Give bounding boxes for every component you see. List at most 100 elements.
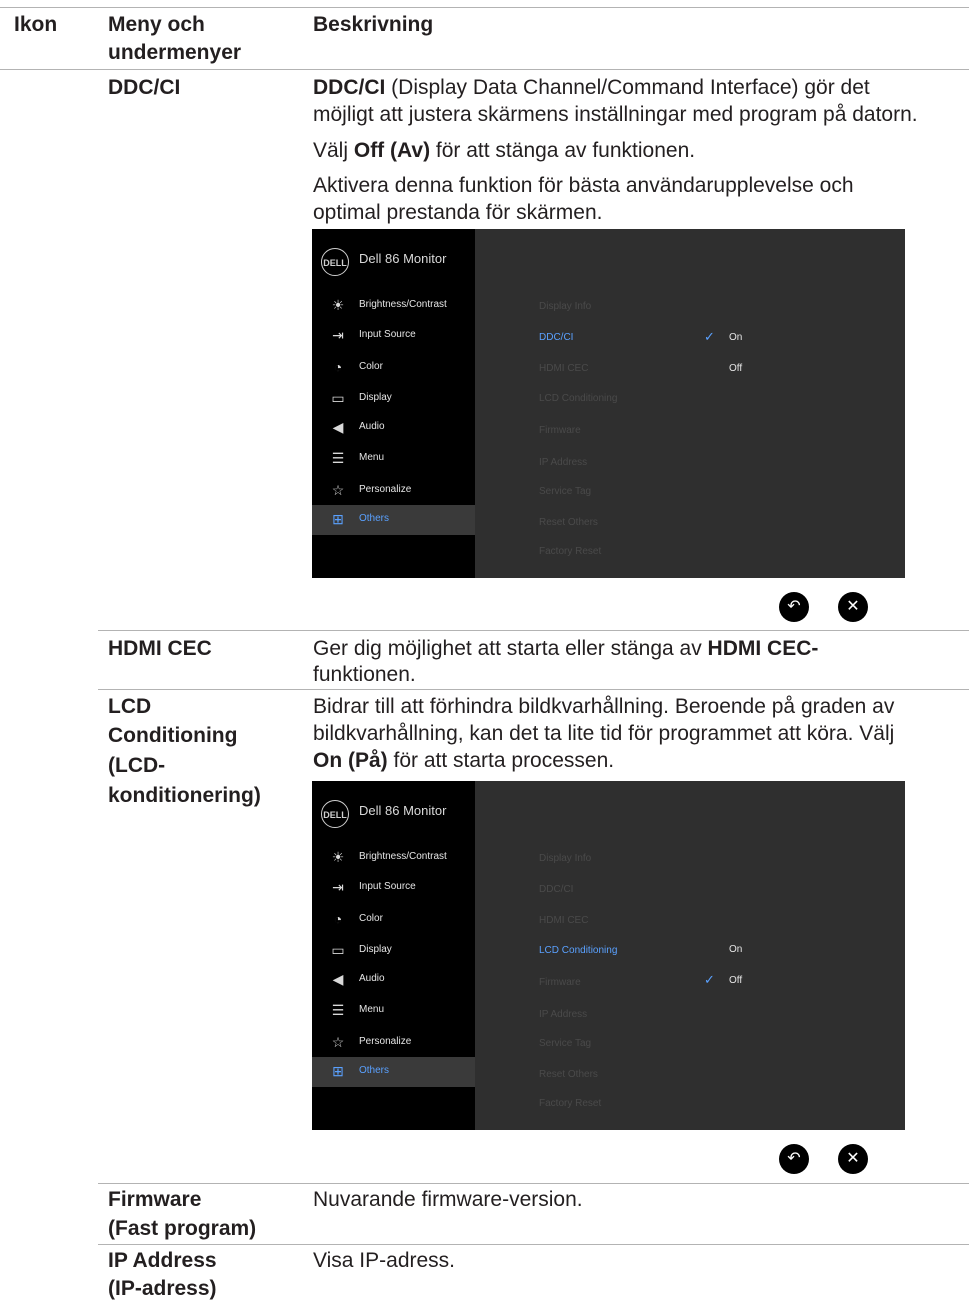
back-icon[interactable]: ↶ xyxy=(779,592,809,622)
osd-sub-reset-others[interactable]: Reset Others xyxy=(539,517,598,528)
speaker-icon: ◀ xyxy=(332,419,344,435)
osd-option-on[interactable]: On xyxy=(729,332,742,343)
osd-menu-color[interactable]: ◔ Color xyxy=(312,905,475,935)
input-icon: ⇥ xyxy=(332,327,344,343)
osd-sub-ddcci[interactable]: DDC/CI xyxy=(539,332,573,343)
lcd-desc-line1: Bidrar till att förhindra bildkvarhållni… xyxy=(313,695,895,718)
osd-main-menu: DELL Dell 86 Monitor ☀ Brightness/Contras… xyxy=(312,781,475,1130)
osd-sub-factory-reset[interactable]: Factory Reset xyxy=(539,546,601,557)
ddcci-p3-line2: optimal prestanda för skärmen. xyxy=(313,201,603,224)
osd-menu-input-source[interactable]: ⇥ Input Source xyxy=(312,873,475,903)
row-ip-name-2: (IP-adress) xyxy=(108,1277,217,1300)
close-icon[interactable]: ✕ xyxy=(838,1144,868,1174)
star-icon: ☆ xyxy=(331,1034,345,1050)
row-firmware-name-2: (Fast program) xyxy=(108,1217,257,1240)
row-lcd-name-2: Conditioning xyxy=(108,724,238,747)
back-icon[interactable]: ↶ xyxy=(779,1144,809,1174)
osd-menu-menu[interactable]: ☰ Menu xyxy=(312,444,475,474)
header-rule xyxy=(0,69,969,70)
star-icon: ☆ xyxy=(331,482,345,498)
osd-option-off[interactable]: Off xyxy=(729,975,742,986)
osd-menu-audio[interactable]: ◀ Audio xyxy=(312,965,475,995)
row-lcd-name-1: LCD xyxy=(108,695,152,718)
osd-menu-color[interactable]: ◔ Color xyxy=(312,353,475,383)
monitor-icon: ▭ xyxy=(331,390,345,406)
osd-menu-input-source[interactable]: ⇥ Input Source xyxy=(312,321,475,351)
osd-menu-display[interactable]: ▭ Display xyxy=(312,936,475,966)
row-rule-hdmi xyxy=(98,630,969,631)
osd-menu-personalize[interactable]: ☆ Personalize xyxy=(312,1028,475,1058)
osd-menu-others[interactable]: ⊞ Others xyxy=(312,1057,475,1087)
header-menu-line1: Meny och xyxy=(108,13,205,36)
osd-sub-firmware[interactable]: Firmware xyxy=(539,977,581,988)
others-icon: ⊞ xyxy=(332,511,344,527)
hdmi-desc-line1: Ger dig möjlighet att starta eller stäng… xyxy=(313,637,819,660)
palette-icon: ◔ xyxy=(333,359,343,375)
osd-menu-display[interactable]: ▭ Display xyxy=(312,384,475,414)
sun-icon: ☀ xyxy=(331,297,345,313)
osd-sub-display-info[interactable]: Display Info xyxy=(539,853,591,864)
row-rule-ip xyxy=(98,1244,969,1245)
osd-sub-ip-address[interactable]: IP Address xyxy=(539,457,587,468)
input-icon: ⇥ xyxy=(332,879,344,895)
osd-sub-lcd-conditioning[interactable]: LCD Conditioning xyxy=(539,393,617,404)
osd-menu-others[interactable]: ⊞ Others xyxy=(312,505,475,535)
osd-menu-audio[interactable]: ◀ Audio xyxy=(312,413,475,443)
dell-logo: DELL xyxy=(321,800,349,828)
header-icon: Ikon xyxy=(14,13,58,36)
osd-screenshot-ddcci: DELL Dell 86 Monitor ☀ Brightness/Contras… xyxy=(312,229,905,578)
osd-title: Dell 86 Monitor xyxy=(359,803,447,818)
lcd-desc-line3: On (På) för att starta processen. xyxy=(313,749,615,772)
row-ip-name-1: IP Address xyxy=(108,1249,217,1272)
others-icon: ⊞ xyxy=(332,1063,344,1079)
osd-sub-lcd-conditioning[interactable]: LCD Conditioning xyxy=(539,945,617,956)
sun-icon: ☀ xyxy=(331,849,345,865)
firmware-desc: Nuvarande firmware-version. xyxy=(313,1188,583,1211)
lcd-desc-line2: bildkvarhållning, kan det ta lite tid fö… xyxy=(313,722,895,745)
speaker-icon: ◀ xyxy=(332,971,344,987)
osd-sub-hdmi-cec[interactable]: HDMI CEC xyxy=(539,915,588,926)
osd-sub-hdmi-cec[interactable]: HDMI CEC xyxy=(539,363,588,374)
row-rule-firmware xyxy=(98,1183,969,1184)
osd-sub-factory-reset[interactable]: Factory Reset xyxy=(539,1098,601,1109)
monitor-icon: ▭ xyxy=(331,942,345,958)
row-firmware-name-1: Firmware xyxy=(108,1188,202,1211)
table-top-rule xyxy=(0,7,969,8)
ddcci-desc-line1: DDC/CI (Display Data Channel/Command Int… xyxy=(313,76,870,99)
menu-list-icon: ☰ xyxy=(331,450,345,466)
close-icon[interactable]: ✕ xyxy=(838,592,868,622)
row-lcd-name-3: (LCD- xyxy=(108,754,166,777)
osd-menu-personalize[interactable]: ☆ Personalize xyxy=(312,476,475,506)
osd-screenshot-lcd: DELL Dell 86 Monitor ☀ Brightness/Contras… xyxy=(312,781,905,1130)
check-icon: ✓ xyxy=(704,329,715,344)
menu-list-icon: ☰ xyxy=(331,1002,345,1018)
osd-sub-service-tag[interactable]: Service Tag xyxy=(539,1038,591,1049)
ddcci-off-instruction: Välj Off (Av) för att stänga av funktion… xyxy=(313,139,696,162)
row-rule-lcd xyxy=(98,689,969,690)
osd-menu-brightness[interactable]: ☀ Brightness/Contrast xyxy=(312,291,475,321)
ddcci-desc-line2: möjligt att justera skärmens inställning… xyxy=(313,103,918,126)
palette-icon: ◔ xyxy=(333,911,343,927)
osd-sub-ddcci[interactable]: DDC/CI xyxy=(539,884,573,895)
osd-option-on[interactable]: On xyxy=(729,944,742,955)
header-description: Beskrivning xyxy=(313,13,434,36)
osd-sub-service-tag[interactable]: Service Tag xyxy=(539,486,591,497)
row-lcd-name-4: konditionering) xyxy=(108,784,261,807)
check-icon: ✓ xyxy=(704,972,715,987)
row-hdmi-name: HDMI CEC xyxy=(108,637,212,660)
dell-logo: DELL xyxy=(321,248,349,276)
osd-title: Dell 86 Monitor xyxy=(359,251,447,266)
osd-sub-reset-others[interactable]: Reset Others xyxy=(539,1069,598,1080)
osd-sub-display-info[interactable]: Display Info xyxy=(539,301,591,312)
osd-option-off[interactable]: Off xyxy=(729,363,742,374)
osd-sub-ip-address[interactable]: IP Address xyxy=(539,1009,587,1020)
hdmi-desc-line2: funktionen. xyxy=(313,663,416,686)
osd-menu-brightness[interactable]: ☀ Brightness/Contrast xyxy=(312,843,475,873)
row-ddcci-name: DDC/CI xyxy=(108,76,181,99)
osd-menu-menu[interactable]: ☰ Menu xyxy=(312,996,475,1026)
ddcci-p3-line1: Aktivera denna funktion för bästa använd… xyxy=(313,174,854,197)
ip-desc: Visa IP-adress. xyxy=(313,1249,456,1272)
header-menu-line2: undermenyer xyxy=(108,41,242,64)
osd-sub-firmware[interactable]: Firmware xyxy=(539,425,581,436)
osd-main-menu: DELL Dell 86 Monitor ☀ Brightness/Contras… xyxy=(312,229,475,578)
